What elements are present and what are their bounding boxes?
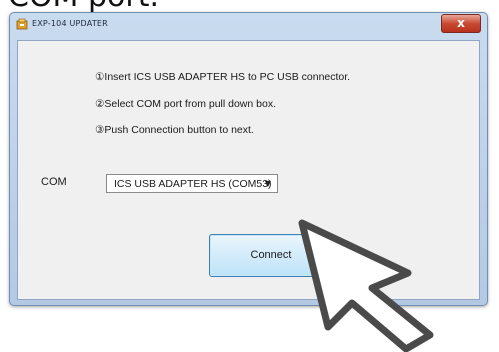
chevron-down-icon: ▼ xyxy=(264,179,271,188)
com-port-selected: ICS USB ADAPTER HS (COM53) xyxy=(114,178,272,190)
app-icon xyxy=(16,18,28,30)
com-port-dropdown[interactable]: ICS USB ADAPTER HS (COM53) ▼ xyxy=(106,174,278,193)
title-bar[interactable]: EXP-104 UPDATER x xyxy=(10,13,487,35)
close-icon: x xyxy=(457,16,465,30)
instruction-step-3: ③Push Connection button to next. xyxy=(95,124,254,136)
instruction-step-2: ②Select COM port from pull down box. xyxy=(95,98,276,110)
window-title: EXP-104 UPDATER xyxy=(32,19,108,28)
close-button[interactable]: x xyxy=(441,14,481,33)
instruction-step-1: ①Insert ICS USB ADAPTER HS to PC USB con… xyxy=(95,71,351,83)
pointer-arrow-icon xyxy=(298,219,434,352)
com-label: COM xyxy=(41,176,67,188)
